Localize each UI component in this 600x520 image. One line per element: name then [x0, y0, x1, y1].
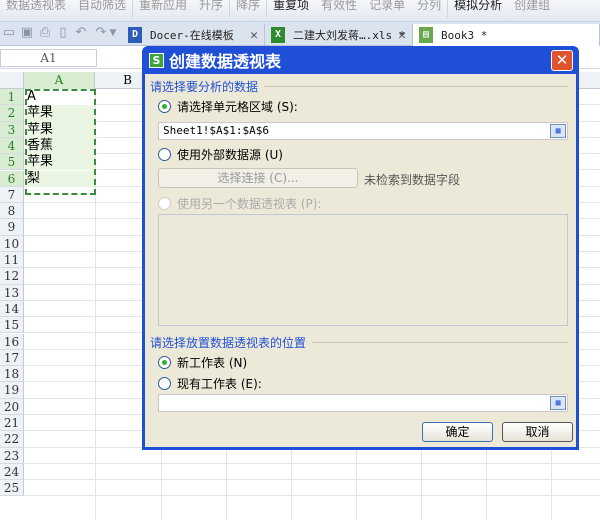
tab-label: Docer-在线模板 — [150, 29, 234, 42]
docer-icon: D — [128, 27, 142, 43]
group-destination: 请选择放置数据透视表的位置 — [150, 334, 568, 351]
ribbon-button[interactable]: 重新应用 — [133, 0, 193, 11]
app-logo-icon: S — [149, 52, 164, 68]
row-header[interactable]: 7 — [0, 186, 24, 204]
row-header[interactable]: 24 — [0, 463, 24, 481]
column-a[interactable]: A — [24, 72, 95, 89]
row-header[interactable]: 10 — [0, 235, 24, 252]
row-header[interactable]: 4 — [0, 137, 24, 155]
radio-label: 请选择单元格区域 (S): — [177, 100, 298, 114]
row-header[interactable]: 19 — [0, 382, 24, 399]
row-header[interactable]: 9 — [0, 219, 24, 236]
save-icon[interactable]: ▣ — [20, 26, 34, 40]
no-fields-label: 未检索到数据字段 — [364, 173, 461, 187]
close-icon[interactable]: ✕ — [398, 28, 406, 43]
open-icon[interactable]: ▭ — [2, 26, 16, 40]
row-header[interactable]: 6 — [0, 170, 24, 187]
ribbon-button[interactable]: 升序 — [193, 0, 229, 11]
grid-row — [24, 464, 600, 481]
row-header[interactable]: 8 — [0, 203, 24, 220]
row-header[interactable]: 1 — [0, 89, 24, 106]
tab-book3[interactable]: ▤ Book3 * — [413, 24, 600, 46]
row-header[interactable]: 20 — [0, 398, 24, 415]
radio-new-sheet[interactable]: 新工作表 (N) — [158, 354, 247, 371]
ribbon-button[interactable]: 数据透视表 — [0, 0, 72, 11]
location-input[interactable]: ▦ — [158, 394, 568, 412]
row-header[interactable]: 23 — [0, 447, 24, 464]
radio-selected-icon — [158, 356, 171, 369]
ribbon-button[interactable]: 自动筛选 — [72, 0, 132, 11]
close-button[interactable]: ✕ — [551, 50, 573, 71]
tab-bar: ▭ ▣ ⎙ ▯ ↶ ↷ ▼ D Docer-在线模板 ✕ X 二建大刘发蒋….x… — [0, 22, 600, 46]
radio-selected-icon — [158, 100, 171, 113]
close-icon[interactable]: ✕ — [250, 28, 258, 43]
row-header[interactable]: 14 — [0, 300, 24, 318]
row-header[interactable]: 18 — [0, 366, 24, 383]
dialog-titlebar[interactable]: S 创建数据透视表 ✕ — [145, 46, 576, 74]
grid-row — [24, 480, 600, 497]
tab-xls[interactable]: X 二建大刘发蒋….xls * ✕ — [265, 24, 413, 46]
sheet-icon: ▤ — [419, 27, 433, 43]
cancel-button[interactable]: 取消 — [502, 422, 573, 442]
row-header[interactable]: 17 — [0, 349, 24, 367]
range-picker-icon[interactable]: ▦ — [550, 396, 566, 410]
ribbon-button[interactable]: 重复项 — [267, 0, 315, 11]
grid-row — [24, 448, 600, 464]
radio-cell-range[interactable]: 请选择单元格区域 (S): — [158, 98, 298, 115]
dropdown-icon[interactable]: ▼ — [106, 26, 120, 40]
range-value: Sheet1!$A$1:$A$6 — [163, 124, 269, 137]
excel-icon: X — [271, 27, 285, 43]
create-pivot-dialog: S 创建数据透视表 ✕ 请选择要分析的数据 请选择单元格区域 (S): Shee… — [142, 46, 579, 450]
radio-other-pivot[interactable]: 使用另一个数据透视表 (P): — [158, 195, 321, 212]
name-box[interactable]: A1 — [0, 49, 97, 67]
row-header[interactable]: 3 — [0, 121, 24, 138]
radio-icon — [158, 148, 171, 161]
ribbon-button[interactable]: 记录单 — [363, 0, 411, 11]
ribbon-toolbar: 数据透视表 自动筛选 重新应用 升序 降序 重复项 有效性 记录单 分列 模拟分析 创建组 — [0, 0, 600, 22]
group-data-source: 请选择要分析的数据 — [150, 78, 568, 95]
selection-marquee — [25, 89, 96, 195]
radio-label: 使用外部数据源 (U) — [177, 148, 283, 162]
radio-label: 现有工作表 (E): — [177, 377, 262, 391]
select-all[interactable] — [0, 72, 24, 89]
ribbon-button[interactable]: 降序 — [230, 0, 266, 11]
row-header[interactable]: 15 — [0, 317, 24, 334]
row-header[interactable]: 2 — [0, 105, 24, 122]
range-picker-icon[interactable]: ▦ — [550, 124, 566, 138]
radio-label: 使用另一个数据透视表 (P): — [177, 197, 322, 211]
row-header[interactable]: 11 — [0, 252, 24, 269]
select-connection-button[interactable]: 选择连接 (C)... — [158, 168, 358, 188]
row-header[interactable]: 21 — [0, 415, 24, 432]
row-header[interactable]: 5 — [0, 154, 24, 171]
tab-label: Book3 * — [441, 28, 488, 42]
radio-icon — [158, 197, 171, 210]
undo-icon[interactable]: ↶ — [74, 26, 88, 40]
tab-docer[interactable]: D Docer-在线模板 ✕ — [122, 24, 265, 46]
print-preview-icon[interactable]: ▯ — [56, 26, 70, 40]
row-header[interactable]: 22 — [0, 431, 24, 448]
row-header[interactable]: 12 — [0, 268, 24, 285]
ok-button[interactable]: 确定 — [422, 422, 493, 442]
radio-external-source[interactable]: 使用外部数据源 (U) — [158, 146, 283, 163]
row-header[interactable]: 16 — [0, 333, 24, 350]
ribbon-button[interactable]: 有效性 — [315, 0, 363, 11]
radio-existing-sheet[interactable]: 现有工作表 (E): — [158, 375, 262, 392]
row-header[interactable]: 25 — [0, 480, 24, 497]
ribbon-button[interactable]: 创建组 — [508, 0, 556, 11]
print-icon[interactable]: ⎙ — [38, 26, 52, 40]
radio-label: 新工作表 (N) — [177, 356, 248, 370]
dialog-title: 创建数据透视表 — [169, 52, 282, 71]
pivot-list[interactable] — [158, 214, 568, 326]
ribbon-button[interactable]: 分列 — [411, 0, 447, 11]
row-header[interactable]: 13 — [0, 284, 24, 301]
range-input[interactable]: Sheet1!$A$1:$A$6 ▦ — [158, 122, 568, 140]
ribbon-button[interactable]: 模拟分析 — [448, 0, 508, 11]
tab-label: 二建大刘发蒋….xls * — [293, 29, 406, 42]
radio-icon — [158, 377, 171, 390]
